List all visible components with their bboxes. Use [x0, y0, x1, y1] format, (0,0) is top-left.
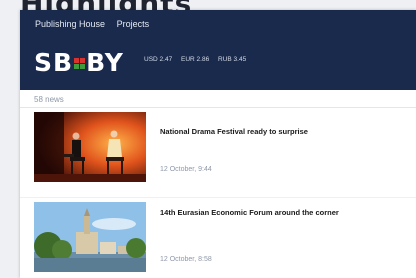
- top-navigation: Publishing House Projects: [35, 19, 158, 29]
- site-header: Publishing House Projects SB BY USD 2.47 …: [20, 10, 416, 90]
- news-date: 12 October, 8:58: [160, 256, 212, 263]
- rate-rub: RUB 3.45: [218, 56, 247, 63]
- news-item[interactable]: 14th Eurasian Economic Forum around the …: [20, 198, 416, 278]
- news-thumbnail-city[interactable]: [34, 202, 146, 272]
- app-window: Publishing House Projects SB BY USD 2.47 …: [20, 10, 416, 278]
- logo-right-text: BY: [86, 48, 124, 77]
- rate-eur: EUR 2.86: [181, 56, 210, 63]
- nav-publishing-house[interactable]: Publishing House: [35, 19, 105, 29]
- rate-usd: USD 2.47: [144, 56, 173, 63]
- news-title-link[interactable]: 14th Eurasian Economic Forum around the …: [160, 208, 339, 217]
- news-title-link[interactable]: National Drama Festival ready to surpris…: [160, 127, 308, 136]
- logo-left-text: SB: [34, 48, 74, 77]
- site-logo[interactable]: SB BY: [34, 48, 124, 77]
- news-thumbnail-theatre[interactable]: [34, 112, 146, 182]
- currency-rates: USD 2.47 EUR 2.86 RUB 3.45: [144, 56, 253, 63]
- news-date: 12 October, 9:44: [160, 166, 212, 173]
- logo-color-mark-icon: [74, 58, 86, 69]
- news-item[interactable]: National Drama Festival ready to surpris…: [20, 108, 416, 198]
- nav-projects[interactable]: Projects: [117, 19, 150, 29]
- news-count: 58 news: [34, 95, 64, 104]
